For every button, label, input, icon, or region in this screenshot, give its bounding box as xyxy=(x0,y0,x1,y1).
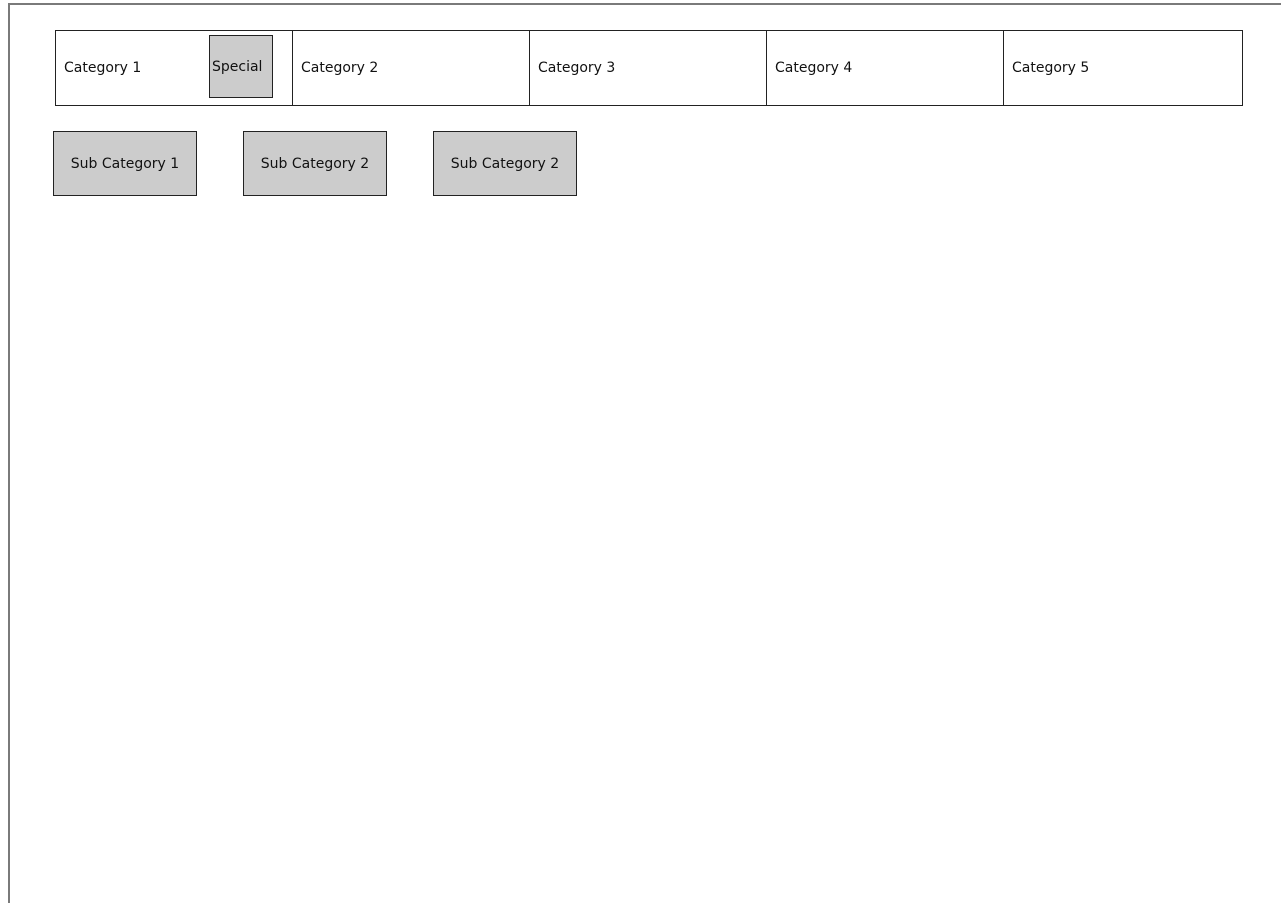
subcategory-button-3[interactable]: Sub Category 2 xyxy=(433,131,577,196)
subcategory-button-2[interactable]: Sub Category 2 xyxy=(243,131,387,196)
tab-category-1[interactable]: Category 1 Special xyxy=(56,31,293,105)
tab-label: Category 3 xyxy=(538,60,616,76)
subcategory-label: Sub Category 1 xyxy=(70,155,180,172)
page-frame xyxy=(8,3,1281,903)
tab-label: Category 2 xyxy=(301,60,379,76)
special-button-label: Special xyxy=(212,58,263,75)
tab-category-3[interactable]: Category 3 xyxy=(530,31,767,105)
tab-label: Category 4 xyxy=(775,60,853,76)
tab-category-4[interactable]: Category 4 xyxy=(767,31,1004,105)
subcategory-button-1[interactable]: Sub Category 1 xyxy=(53,131,197,196)
special-button[interactable]: Special xyxy=(209,35,273,98)
tab-label: Category 1 xyxy=(64,60,142,76)
category-tab-bar: Category 1 Special Category 2 Category 3… xyxy=(55,30,1243,106)
subcategory-label: Sub Category 2 xyxy=(260,155,370,172)
tab-label: Category 5 xyxy=(1012,60,1090,76)
subcategory-label: Sub Category 2 xyxy=(450,155,560,172)
tab-category-2[interactable]: Category 2 xyxy=(293,31,530,105)
tab-category-5[interactable]: Category 5 xyxy=(1004,31,1242,105)
